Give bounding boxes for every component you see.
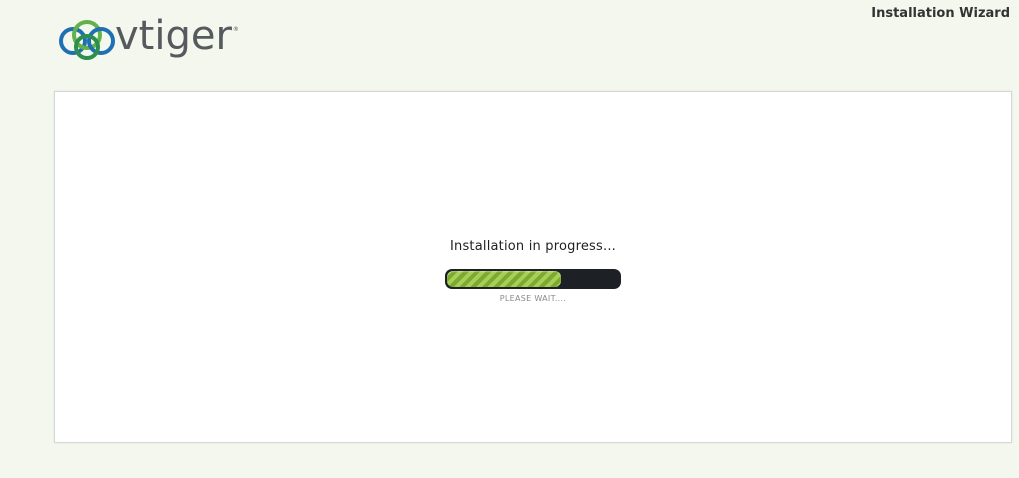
installation-page: vtiger ® Installation Wizard Installatio… [0,0,1019,478]
vtiger-logo: vtiger ® [58,14,244,64]
installation-status: Installation in progress... PLEASE WAIT.… [105,239,961,303]
progress-fill [447,271,561,287]
registered-mark: ® [232,26,239,33]
installation-panel: Installation in progress... PLEASE WAIT.… [54,91,1012,443]
installation-progress-bar [445,269,621,289]
logo-text: vtiger [115,13,232,59]
vtiger-cloud-icon [59,20,115,60]
please-wait-text: PLEASE WAIT.... [499,294,567,303]
status-message: Installation in progress... [449,239,617,254]
page-title: Installation Wizard [871,6,1010,21]
